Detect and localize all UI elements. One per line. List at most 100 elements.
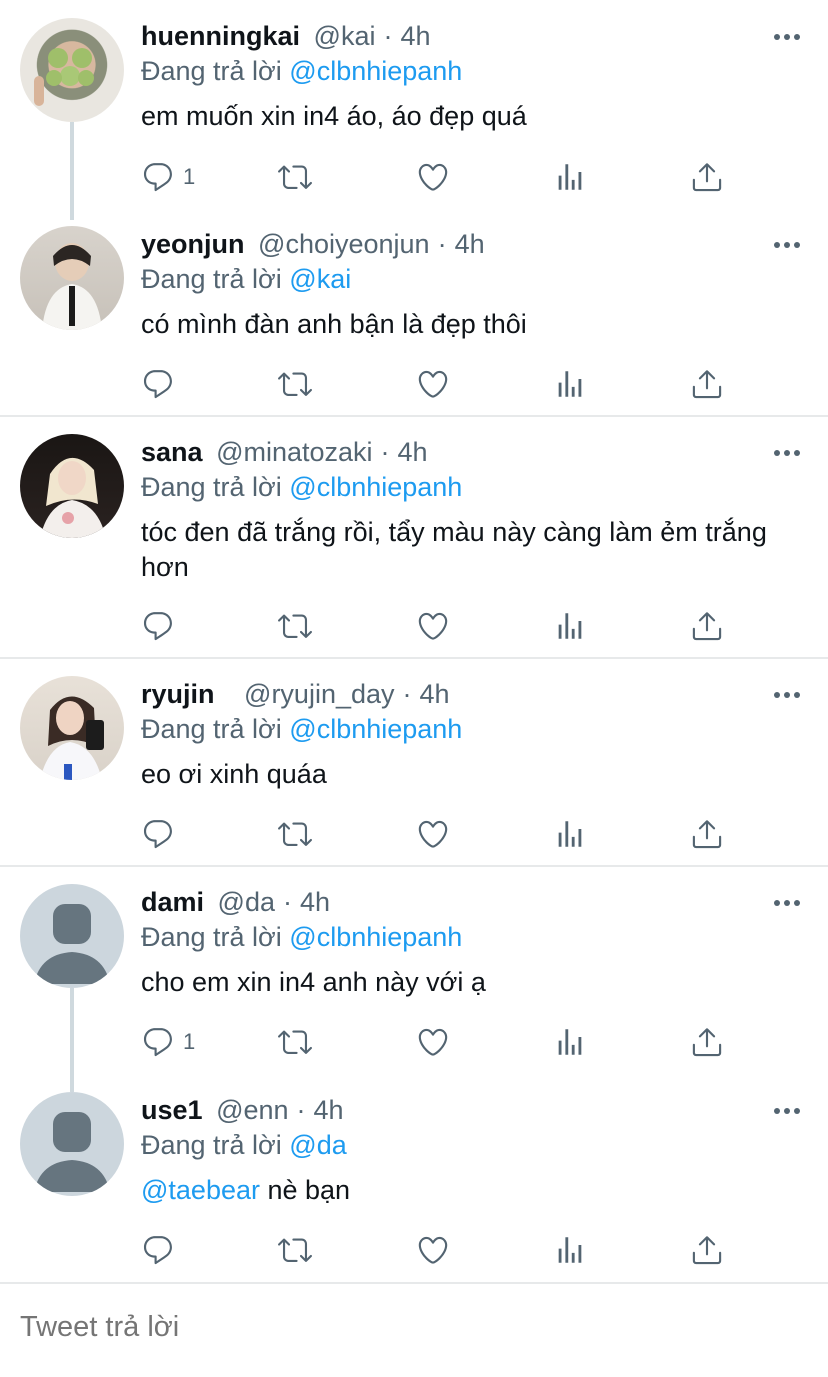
reply-composer xyxy=(0,1290,828,1377)
tweet-actions xyxy=(141,606,741,646)
tweet-actions: 1 xyxy=(141,1022,741,1062)
reply-button[interactable] xyxy=(141,814,175,854)
timestamp[interactable]: 4h xyxy=(420,679,450,709)
timestamp[interactable]: 4h xyxy=(398,437,428,467)
replying-to-mention[interactable]: @kai xyxy=(289,264,351,294)
timestamp[interactable]: 4h xyxy=(300,887,330,917)
user-handle[interactable]: @ryujin_day xyxy=(244,679,394,709)
user-handle[interactable]: @kai xyxy=(314,21,376,51)
more-options-button[interactable] xyxy=(774,449,800,457)
analytics-button[interactable] xyxy=(553,814,587,854)
like-button[interactable] xyxy=(416,1022,450,1062)
like-button[interactable] xyxy=(416,606,450,646)
replying-to-mention[interactable]: @da xyxy=(289,1130,346,1160)
user-handle[interactable]: @choiyeonjun xyxy=(258,229,430,259)
user-handle[interactable]: @da xyxy=(218,887,275,917)
more-options-button[interactable] xyxy=(774,241,800,249)
reply-button[interactable] xyxy=(141,606,175,646)
share-icon xyxy=(692,1236,722,1265)
display-name[interactable]: huenningkai xyxy=(141,21,300,51)
like-button[interactable] xyxy=(416,1230,450,1270)
share-button[interactable] xyxy=(690,1230,724,1270)
default-avatar-icon[interactable] xyxy=(20,1092,124,1196)
heart-icon xyxy=(418,820,448,848)
timestamp[interactable]: 4h xyxy=(400,21,430,51)
heart-icon xyxy=(418,1236,448,1264)
display-name[interactable]: yeonjun xyxy=(141,229,245,259)
tweet-text: tóc đen đã trắng rồi, tẩy màu này càng l… xyxy=(141,517,767,582)
tweet-actions xyxy=(141,1230,741,1270)
retweet-button[interactable] xyxy=(278,157,312,197)
analytics-button[interactable] xyxy=(553,1230,587,1270)
replying-to-mention[interactable]: @clbnhiepanh xyxy=(289,56,462,86)
more-options-button[interactable] xyxy=(774,899,800,907)
more-options-button[interactable] xyxy=(774,33,800,41)
retweet-icon xyxy=(278,1030,312,1054)
replying-to: Đang trả lời @clbnhiepanh xyxy=(141,712,462,746)
text-mention[interactable]: @taebear xyxy=(141,1175,260,1205)
tweet-huenningkai[interactable]: huenningkai @kai · 4h Đang trả lời @clbnhi… xyxy=(0,0,828,220)
tweet-sana[interactable]: sana @minatozaki · 4h Đang trả lời @clbnhi… xyxy=(0,416,828,658)
replying-to: Đang trả lời @da xyxy=(141,1128,347,1162)
like-button[interactable] xyxy=(416,364,450,404)
retweet-button[interactable] xyxy=(278,814,312,854)
analytics-button[interactable] xyxy=(553,157,587,197)
tweet-actions: 1 xyxy=(141,157,741,197)
timestamp[interactable]: 4h xyxy=(455,229,485,259)
reply-button[interactable]: 1 xyxy=(141,157,195,197)
like-button[interactable] xyxy=(416,157,450,197)
share-button[interactable] xyxy=(690,606,724,646)
reply-button[interactable] xyxy=(141,364,175,404)
retweet-icon xyxy=(278,372,312,396)
separator-dot: · xyxy=(437,229,447,259)
heart-icon xyxy=(418,1028,448,1056)
avatar[interactable] xyxy=(20,676,124,780)
tweet-use1[interactable]: use1 @enn · 4h Đang trả lời @da @taebear n… xyxy=(0,1074,828,1282)
display-name[interactable]: use1 xyxy=(141,1095,203,1125)
timestamp[interactable]: 4h xyxy=(314,1095,344,1125)
user-handle[interactable]: @minatozaki xyxy=(216,437,372,467)
avatar[interactable] xyxy=(20,226,124,330)
heart-icon xyxy=(418,370,448,398)
tweet-yeonjun[interactable]: yeonjun @choiyeonjun · 4h Đang trả lời @ka… xyxy=(0,208,828,416)
reply-icon xyxy=(143,820,172,849)
retweet-button[interactable] xyxy=(278,1230,312,1270)
retweet-icon xyxy=(278,822,312,846)
replying-to-mention[interactable]: @clbnhiepanh xyxy=(289,472,462,502)
reply-button[interactable]: 1 xyxy=(141,1022,195,1062)
analytics-icon xyxy=(558,1029,582,1055)
share-button[interactable] xyxy=(690,157,724,197)
more-options-button[interactable] xyxy=(774,691,800,699)
share-button[interactable] xyxy=(690,364,724,404)
tweet-header: ryujin @ryujin_day · 4h xyxy=(141,677,450,711)
retweet-button[interactable] xyxy=(278,1022,312,1062)
reply-button[interactable] xyxy=(141,1230,175,1270)
user-handle[interactable]: @enn xyxy=(216,1095,288,1125)
reply-input[interactable] xyxy=(18,1310,802,1345)
share-button[interactable] xyxy=(690,814,724,854)
display-name[interactable]: dami xyxy=(141,887,204,917)
display-name[interactable]: ryujin xyxy=(141,679,215,709)
analytics-button[interactable] xyxy=(553,1022,587,1062)
analytics-button[interactable] xyxy=(553,606,587,646)
separator-dot: · xyxy=(380,437,390,467)
like-button[interactable] xyxy=(416,814,450,854)
retweet-button[interactable] xyxy=(278,364,312,404)
replying-to-mention[interactable]: @clbnhiepanh xyxy=(289,714,462,744)
more-options-button[interactable] xyxy=(774,1107,800,1115)
analytics-button[interactable] xyxy=(553,364,587,404)
avatar[interactable] xyxy=(20,18,124,122)
retweet-button[interactable] xyxy=(278,606,312,646)
replying-label: Đang trả lời xyxy=(141,1130,282,1160)
tweet-dami[interactable]: dami @da · 4h Đang trả lời @clbnhiepanh ch… xyxy=(0,866,828,1092)
share-button[interactable] xyxy=(690,1022,724,1062)
separator-dot: · xyxy=(296,1095,306,1125)
tweet-ryujin[interactable]: ryujin @ryujin_day · 4h Đang trả lời @clbn… xyxy=(0,658,828,866)
reply-icon xyxy=(143,370,172,399)
reply-icon xyxy=(143,1236,172,1265)
display-name[interactable]: sana xyxy=(141,437,203,467)
replying-to-mention[interactable]: @clbnhiepanh xyxy=(289,922,462,952)
analytics-icon xyxy=(558,371,582,397)
avatar[interactable] xyxy=(20,434,124,538)
default-avatar-icon[interactable] xyxy=(20,884,124,988)
